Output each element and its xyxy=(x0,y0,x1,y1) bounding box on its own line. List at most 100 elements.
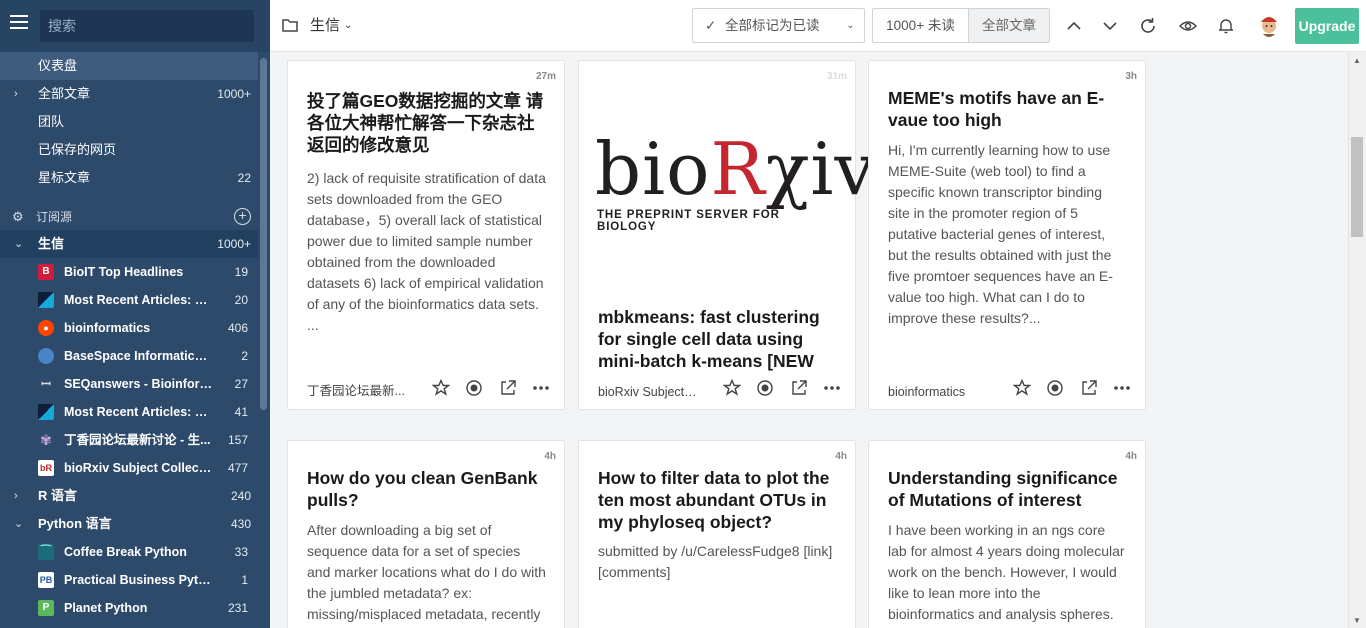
nav-team[interactable]: 团队 xyxy=(0,108,258,136)
feed-item[interactable]: BaseSpace Informatics ... 2 xyxy=(0,342,258,370)
add-feed-icon[interactable]: + xyxy=(234,208,251,225)
feed-item[interactable]: Most Recent Articles: B... 41 xyxy=(0,398,258,426)
external-link-icon[interactable] xyxy=(790,379,808,397)
article-title[interactable]: MEME's motifs have an E-vaue too high xyxy=(888,87,1127,131)
feed-label: Planet Python xyxy=(64,601,148,615)
star-icon[interactable] xyxy=(722,378,742,397)
article-source[interactable]: bioRxiv Subject ... xyxy=(598,385,698,399)
article-time: 4h xyxy=(835,451,847,462)
feed-item[interactable]: PB Practical Business Python 1 xyxy=(0,566,258,594)
planet-python-icon: P xyxy=(38,600,54,616)
article-grid: 27m 投了篇GEO数据挖掘的文章 请各位大神帮忙解答一下杂志社返回的修改意见 … xyxy=(270,53,1348,628)
star-icon[interactable] xyxy=(1012,378,1032,397)
folder-bioinfo[interactable]: ⌄ 生信 1000+ xyxy=(0,230,258,258)
article-card[interactable]: 4h Understanding significance of Mutatio… xyxy=(868,440,1146,628)
mark-read-icon[interactable] xyxy=(465,379,483,397)
feed-count: 20 xyxy=(234,293,248,307)
mark-all-read-dropdown[interactable]: ⌄ xyxy=(837,8,865,43)
journal-logo-icon xyxy=(38,404,54,420)
eye-icon[interactable] xyxy=(1176,14,1200,38)
article-time: 4h xyxy=(1125,451,1137,462)
external-link-icon[interactable] xyxy=(1080,379,1098,397)
basespace-icon xyxy=(38,348,54,364)
nav-count: 1000+ xyxy=(217,87,251,101)
mark-read-icon[interactable] xyxy=(756,379,774,397)
journal-logo-icon xyxy=(38,292,54,308)
gear-icon[interactable]: ⚙ xyxy=(12,204,24,230)
feed-label: Most Recent Articles: B... xyxy=(64,405,214,419)
feed-count: 33 xyxy=(234,545,248,559)
lilac-flower-icon: ✾ xyxy=(40,432,52,448)
nav-saved-pages[interactable]: 已保存的网页 xyxy=(0,136,258,164)
folder-count: 240 xyxy=(230,489,251,503)
main-scrollbar-thumb[interactable] xyxy=(1351,137,1363,237)
refresh-icon[interactable] xyxy=(1136,14,1160,38)
more-icon[interactable] xyxy=(532,379,550,397)
article-card[interactable]: 4h How to filter data to plot the ten mo… xyxy=(578,440,856,628)
folder-title-text: 生信 xyxy=(310,17,341,34)
scroll-up-arrow-icon[interactable]: ▲ xyxy=(1353,56,1361,65)
folder-label: R 语言 xyxy=(38,488,78,503)
nav-all-articles[interactable]: › 全部文章 1000+ xyxy=(0,80,258,108)
subscriptions-label: 订阅源 xyxy=(36,210,73,224)
mark-read-icon[interactable] xyxy=(1046,379,1064,397)
mark-all-read-button[interactable]: ✓ 全部标记为已读 xyxy=(692,8,838,43)
hamburger-menu-icon[interactable] xyxy=(10,15,28,35)
feed-label: SEQanswers - Bioinform... xyxy=(64,377,214,391)
article-title[interactable]: How do you clean GenBank pulls? xyxy=(307,467,546,511)
feed-item[interactable]: ꟷ SEQanswers - Bioinform... 27 xyxy=(0,370,258,398)
article-source[interactable]: bioinformatics xyxy=(888,385,988,399)
search-input[interactable] xyxy=(40,10,254,42)
more-icon[interactable] xyxy=(823,379,841,397)
unread-filter-button[interactable]: 1000+ 未读 xyxy=(872,8,969,43)
feed-item[interactable]: bR bioRxiv Subject Collecti... 477 xyxy=(0,454,258,482)
all-articles-filter-button[interactable]: 全部文章 xyxy=(968,8,1050,43)
folder-r-language[interactable]: › R 语言 240 xyxy=(0,482,258,510)
article-title[interactable]: How to filter data to plot the ten most … xyxy=(598,467,837,533)
sidebar-scrollbar[interactable] xyxy=(260,58,267,410)
chevron-right-icon[interactable]: › xyxy=(14,482,18,510)
avatar[interactable] xyxy=(1256,13,1282,39)
bell-icon[interactable] xyxy=(1214,14,1238,38)
nav-starred[interactable]: 星标文章 22 xyxy=(0,164,258,192)
article-card[interactable]: 3h MEME's motifs have an E-vaue too high… xyxy=(868,60,1146,410)
feed-item[interactable]: P Planet Python 231 xyxy=(0,594,258,622)
feed-item[interactable]: ● bioinformatics 406 xyxy=(0,314,258,342)
external-link-icon[interactable] xyxy=(499,379,517,397)
upgrade-button[interactable]: Upgrade xyxy=(1295,8,1359,44)
chevron-down-icon[interactable]: ⌄ xyxy=(14,510,23,538)
article-title[interactable]: Understanding significance of Mutations … xyxy=(888,467,1127,511)
article-time: 27m xyxy=(535,71,556,82)
nav-dashboard[interactable]: 仪表盘 xyxy=(0,52,258,80)
chevron-down-icon[interactable] xyxy=(1098,14,1122,38)
feed-count: 406 xyxy=(227,321,248,335)
chevron-up-icon[interactable] xyxy=(1062,14,1086,38)
article-source[interactable]: 丁香园论坛最新... xyxy=(307,380,407,399)
sidebar-header xyxy=(0,0,270,52)
check-icon: ✓ xyxy=(705,18,717,33)
feed-label: Practical Business Python xyxy=(64,573,214,587)
article-summary: After downloading a big set of sequence … xyxy=(307,522,546,622)
reddit-icon: ● xyxy=(38,320,54,336)
article-card[interactable]: 4h How do you clean GenBank pulls? After… xyxy=(287,440,565,628)
chevron-down-icon[interactable]: ⌄ xyxy=(14,230,23,258)
article-card[interactable]: 31m bioRχiv THE PREPRINT SERVER FOR BIOL… xyxy=(578,60,875,410)
feed-item[interactable]: ⁀ Coffee Break Python 33 xyxy=(0,538,258,566)
feed-count: 477 xyxy=(227,461,248,475)
article-time: 4h xyxy=(544,451,556,462)
article-title[interactable]: 投了篇GEO数据挖掘的文章 请各位大神帮忙解答一下杂志社返回的修改意见 xyxy=(307,90,546,156)
folder-python-language[interactable]: ⌄ Python 语言 430 xyxy=(0,510,258,538)
biorxiv-tagline: THE PREPRINT SERVER FOR BIOLOGY xyxy=(597,209,780,233)
feed-item[interactable]: Most Recent Articles: B... 20 xyxy=(0,286,258,314)
sidebar: 仪表盘 › 全部文章 1000+ 团队 已保存的网页 星标文章 22 ⚙ 订阅源… xyxy=(0,0,270,628)
scroll-down-arrow-icon[interactable]: ▼ xyxy=(1353,616,1361,625)
chevron-right-icon[interactable]: › xyxy=(14,80,18,108)
more-icon[interactable] xyxy=(1113,379,1131,397)
nav-label: 星标文章 xyxy=(38,170,91,185)
coffee-break-icon: ⁀ xyxy=(38,544,54,560)
article-card[interactable]: 27m 投了篇GEO数据挖掘的文章 请各位大神帮忙解答一下杂志社返回的修改意见 … xyxy=(287,60,565,410)
star-icon[interactable] xyxy=(431,378,451,397)
article-title[interactable]: mbkmeans: fast clustering for single cel… xyxy=(598,306,837,372)
feed-item[interactable]: B BioIT Top Headlines 19 xyxy=(0,258,258,286)
feed-item[interactable]: ✾ 丁香园论坛最新讨论 - 生... 157 xyxy=(0,426,258,454)
